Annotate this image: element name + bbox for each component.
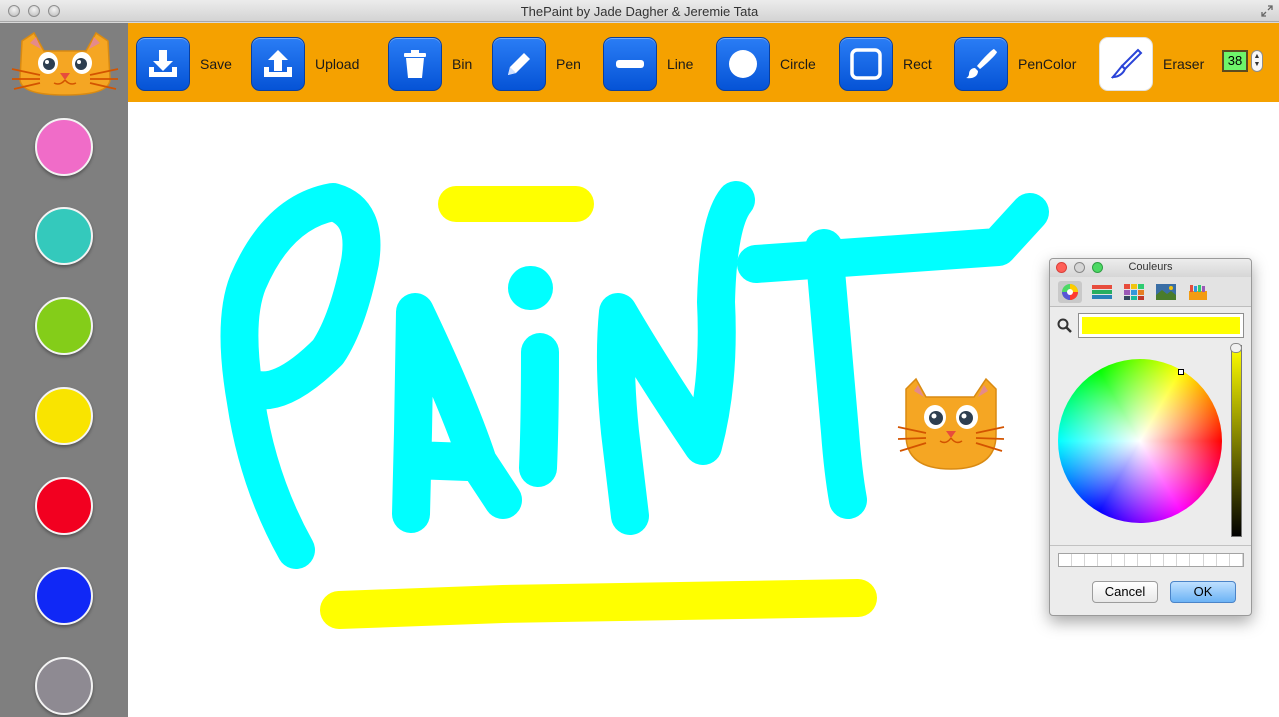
bin-button[interactable] — [388, 37, 442, 91]
save-tool[interactable]: Save — [136, 37, 232, 91]
save-label: Save — [200, 56, 232, 72]
cyan-letter-n — [596, 181, 755, 535]
bin-tool[interactable]: Bin — [388, 37, 472, 91]
pencolor-button[interactable] — [954, 37, 1008, 91]
color-swatch-red[interactable] — [35, 477, 93, 535]
pen-tool[interactable]: Pen — [492, 37, 581, 91]
window-title: ThePaint by Jade Dagher & Jeremie Tata — [520, 4, 759, 19]
trash-bin-icon — [404, 50, 426, 78]
crayons-icon — [1189, 285, 1207, 300]
color-sliders-icon — [1092, 285, 1112, 299]
tab-image-palettes[interactable] — [1154, 281, 1178, 303]
window-titlebar: ThePaint by Jade Dagher & Jeremie Tata — [0, 0, 1279, 22]
color-palettes-icon — [1124, 284, 1144, 300]
toolbar: Save Upload Bin Pen Line Circle Rect Pen… — [128, 23, 1279, 102]
cyan-letter-t-bar — [737, 193, 1049, 283]
paintbrush-icon — [966, 49, 997, 79]
tab-crayons[interactable] — [1186, 281, 1210, 303]
rectangle-icon — [850, 48, 882, 80]
bin-label: Bin — [452, 56, 473, 72]
favorite-colors-strip[interactable] — [1058, 553, 1244, 567]
cat-face-icon — [11, 31, 119, 96]
colors-mode-tabs — [1050, 277, 1251, 307]
yellow-stroke-bottom — [320, 579, 877, 629]
scalpel-icon — [1110, 48, 1143, 79]
colors-panel-titlebar: Couleurs — [1050, 259, 1251, 277]
colors-panel: Couleurs Cancel OK — [1049, 258, 1252, 616]
current-color-fill — [1082, 317, 1240, 334]
rect-label: Rect — [903, 56, 932, 72]
rect-tool[interactable]: Rect — [839, 37, 932, 91]
circle-button[interactable] — [716, 37, 770, 91]
pen-size-value[interactable]: 38 — [1222, 50, 1248, 72]
upload-tool[interactable]: Upload — [251, 37, 359, 91]
eraser-label: Eraser — [1163, 56, 1205, 72]
pen-size-stepper[interactable]: 38 ▲ ▼ — [1222, 50, 1263, 72]
color-swatch-pink[interactable] — [35, 118, 93, 176]
panel-divider — [1050, 545, 1251, 546]
ok-button[interactable]: OK — [1170, 581, 1236, 603]
color-swatch-yellow[interactable] — [35, 387, 93, 445]
save-button[interactable] — [136, 37, 190, 91]
rect-button[interactable] — [839, 37, 893, 91]
tab-color-sliders[interactable] — [1090, 281, 1114, 303]
circle-icon — [729, 50, 757, 78]
circle-label: Circle — [780, 56, 816, 72]
pencil-icon — [508, 53, 530, 75]
color-wheel[interactable] — [1058, 359, 1222, 523]
cyan-letter-p — [220, 183, 381, 569]
tab-color-palettes[interactable] — [1122, 281, 1146, 303]
circle-tool[interactable]: Circle — [716, 37, 816, 91]
color-swatch-blue[interactable] — [35, 567, 93, 625]
cyan-letter-i-stem — [519, 333, 559, 487]
pen-label: Pen — [556, 56, 581, 72]
brightness-slider[interactable] — [1231, 345, 1242, 537]
tab-color-wheel[interactable] — [1058, 281, 1082, 303]
pen-size-arrows[interactable]: ▲ ▼ — [1251, 50, 1263, 72]
upload-label: Upload — [315, 56, 360, 72]
cancel-button[interactable]: Cancel — [1092, 581, 1158, 603]
download-tray-icon — [149, 50, 177, 77]
upload-tray-icon — [264, 50, 292, 77]
image-palettes-icon — [1156, 284, 1176, 300]
magnifier-icon[interactable] — [1057, 318, 1073, 334]
color-wheel-marker[interactable] — [1178, 369, 1184, 375]
chevron-up-icon[interactable]: ▲ — [1254, 53, 1261, 61]
color-swatch-green[interactable] — [35, 297, 93, 355]
pencolor-tool[interactable]: PenColor — [954, 37, 1076, 91]
line-label: Line — [667, 56, 694, 72]
upload-button[interactable] — [251, 37, 305, 91]
cyan-letter-t-stem — [805, 229, 867, 519]
chevron-down-icon[interactable]: ▼ — [1254, 61, 1261, 69]
color-wheel-icon — [1062, 284, 1078, 300]
cat-face-icon — [897, 377, 1005, 470]
color-swatch-teal[interactable] — [35, 207, 93, 265]
app-logo — [0, 23, 128, 101]
line-icon — [616, 60, 644, 68]
current-color-well[interactable] — [1078, 313, 1244, 338]
pencolor-label: PenColor — [1018, 56, 1077, 72]
brightness-slider-knob[interactable] — [1230, 343, 1242, 353]
eraser-tool[interactable]: Eraser — [1099, 37, 1204, 91]
eraser-button[interactable] — [1099, 37, 1153, 91]
fullscreen-icon[interactable] — [1261, 5, 1273, 17]
cyan-letter-a — [392, 293, 522, 533]
line-button[interactable] — [603, 37, 657, 91]
colors-panel-title: Couleurs — [1128, 261, 1173, 273]
color-sidebar — [0, 23, 128, 717]
color-swatch-gray[interactable] — [35, 657, 93, 715]
pen-button[interactable] — [492, 37, 546, 91]
line-tool[interactable]: Line — [603, 37, 693, 91]
